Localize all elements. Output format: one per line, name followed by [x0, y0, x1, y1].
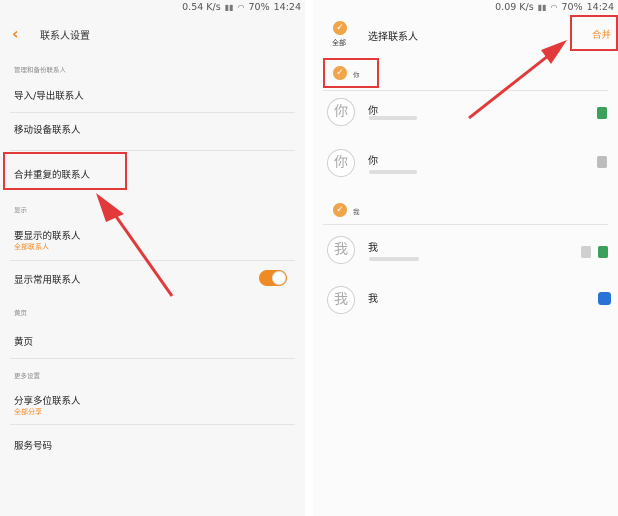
pointer-arrow: [96, 193, 174, 297]
pointer-arrow: [468, 40, 567, 120]
settings-screen: 0.54 K/s ▮▮ ◠ 70% 14:24 ‹ 联系人设置 管理和备份联系人…: [0, 0, 305, 516]
select-contacts-screen: 0.09 K/s ▮▮ ◠ 70% 14:24 ✓ 全部 选择联系人 合并 ✓ …: [313, 0, 618, 516]
